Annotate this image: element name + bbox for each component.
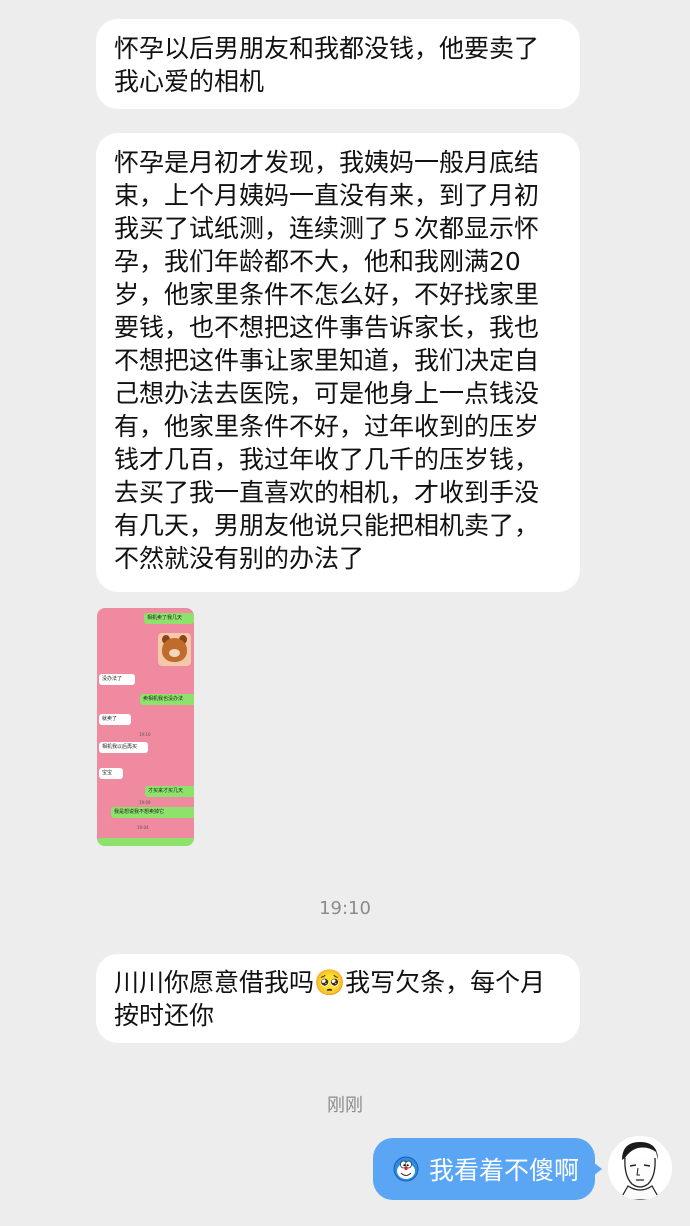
mini-bubble-partial: [97, 838, 194, 846]
message-bubble-incoming: 川川你愿意借我吗🥺我写欠条，每个月 按时还你: [96, 954, 580, 1043]
mini-bubble: 卖相机我也没办法: [140, 694, 194, 705]
message-bubble-incoming: 怀孕以后男朋友和我都没钱，他要卖了 我心爱的相机: [96, 19, 580, 109]
timestamp: 19:10: [319, 898, 371, 919]
mini-timestamp: 19:04: [137, 825, 149, 830]
mini-bubble: 相机卖了我几天: [144, 613, 194, 624]
mini-bubble: 宝宝: [99, 768, 123, 779]
mini-timestamp: 19:09: [139, 800, 151, 805]
mini-bubble: 我是想说我不想卖掉它: [111, 807, 194, 818]
message-bubble-outgoing: 我看着不傻啊: [373, 1138, 595, 1200]
avatar[interactable]: [608, 1136, 672, 1200]
user-avatar-icon: [608, 1136, 672, 1200]
mini-bubble: 没办法了: [99, 674, 135, 685]
doraemon-emoji-icon: [393, 1156, 419, 1182]
mini-bubble: 相机我以后再买: [99, 742, 148, 753]
mini-bubble: 就卖了: [99, 714, 131, 725]
mini-timestamp: 19:10: [139, 732, 151, 737]
bubble-tail: [593, 1162, 602, 1176]
message-bubble-incoming: 怀孕是月初才发现，我姨妈一般月底结 束，上个月姨妈一直没有来，到了月初 我买了试…: [96, 133, 580, 592]
timestamp: 刚刚: [327, 1095, 363, 1116]
message-text: 我看着不傻啊: [429, 1156, 580, 1185]
mini-bubble: 才买来才买几天: [145, 786, 194, 797]
chat-screenshot-image[interactable]: 相机卖了我几天 没办法了 卖相机我也没办法 就卖了 19:10 相机我以后再买 …: [97, 608, 194, 846]
dog-photo-icon: [158, 633, 191, 666]
